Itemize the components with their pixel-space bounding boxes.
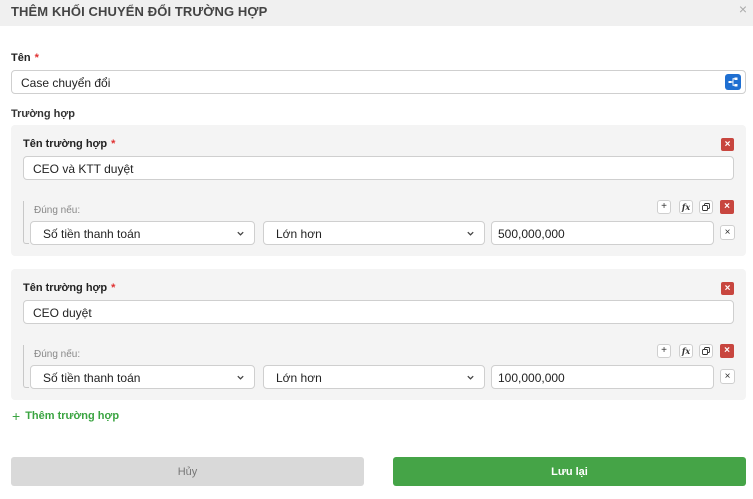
chevron-down-icon — [237, 231, 244, 236]
condition-label: Đúng nếu: — [34, 205, 81, 216]
save-button[interactable]: Lưu lại — [393, 457, 746, 486]
case-name-label-text: Tên trường hợp — [23, 138, 108, 150]
operator-select-value: Lớn hơn — [276, 227, 322, 241]
case-card: Tên trường hợp * × CEO duyệt Đúng nếu: + … — [11, 269, 746, 400]
plus-icon: + — [12, 408, 21, 424]
field-select[interactable]: Số tiền thanh toán — [30, 365, 255, 389]
condition-value: 100,000,000 — [498, 371, 565, 385]
field-select[interactable]: Số tiền thanh toán — [30, 221, 255, 245]
condition-connector — [23, 201, 29, 244]
name-label-text: Tên — [11, 52, 31, 64]
formula-icon[interactable]: fx — [679, 200, 693, 214]
case-name-value: CEO duyệt — [33, 306, 92, 320]
add-condition-icon[interactable]: + — [657, 200, 671, 214]
name-input-value: Case chuyển đổi — [21, 76, 111, 90]
case-name-input[interactable]: CEO duyệt — [23, 300, 734, 324]
required-mark: * — [111, 282, 116, 294]
cases-section-label: Trường hợp — [11, 108, 75, 120]
delete-condition-group-icon[interactable]: × — [720, 200, 734, 214]
chevron-down-icon — [467, 231, 474, 236]
required-mark: * — [34, 52, 39, 64]
field-select-value: Số tiền thanh toán — [43, 227, 141, 241]
condition-value: 500,000,000 — [498, 227, 565, 241]
delete-case-icon[interactable]: × — [721, 282, 734, 295]
name-label: Tên * — [11, 52, 39, 64]
case-name-label: Tên trường hợp * — [23, 138, 115, 150]
chevron-down-icon — [467, 375, 474, 380]
condition-label: Đúng nếu: — [34, 349, 81, 360]
copy-icon[interactable] — [699, 344, 713, 358]
case-name-label-text: Tên trường hợp — [23, 282, 108, 294]
delete-condition-group-icon[interactable]: × — [720, 344, 734, 358]
condition-value-input[interactable]: 500,000,000 — [491, 221, 714, 245]
case-card: Tên trường hợp * × CEO và KTT duyệt Đúng … — [11, 125, 746, 256]
add-case-link[interactable]: + Thêm trường hợp — [12, 408, 120, 424]
add-case-label: Thêm trường hợp — [25, 410, 120, 422]
operator-select[interactable]: Lớn hơn — [263, 365, 485, 389]
case-name-input[interactable]: CEO và KTT duyệt — [23, 156, 734, 180]
operator-select-value: Lớn hơn — [276, 371, 322, 385]
add-condition-icon[interactable]: + — [657, 344, 671, 358]
flow-icon[interactable] — [725, 74, 741, 90]
remove-condition-icon[interactable]: × — [720, 225, 735, 240]
formula-icon[interactable]: fx — [679, 344, 693, 358]
case-name-label: Tên trường hợp * — [23, 282, 115, 294]
field-select-value: Số tiền thanh toán — [43, 371, 141, 385]
cancel-button[interactable]: Hủy — [11, 457, 364, 486]
dialog-title: THÊM KHỐI CHUYỂN ĐỔI TRƯỜNG HỢP — [11, 4, 268, 19]
condition-connector — [23, 345, 29, 388]
operator-select[interactable]: Lớn hơn — [263, 221, 485, 245]
case-name-value: CEO và KTT duyệt — [33, 162, 134, 176]
delete-case-icon[interactable]: × — [721, 138, 734, 151]
remove-condition-icon[interactable]: × — [720, 369, 735, 384]
name-input[interactable]: Case chuyển đổi — [11, 70, 746, 94]
required-mark: * — [111, 138, 116, 150]
dialog-header: THÊM KHỐI CHUYỂN ĐỔI TRƯỜNG HỢP × — [0, 0, 753, 26]
copy-icon[interactable] — [699, 200, 713, 214]
close-icon[interactable]: × — [739, 2, 747, 16]
chevron-down-icon — [237, 375, 244, 380]
condition-value-input[interactable]: 100,000,000 — [491, 365, 714, 389]
